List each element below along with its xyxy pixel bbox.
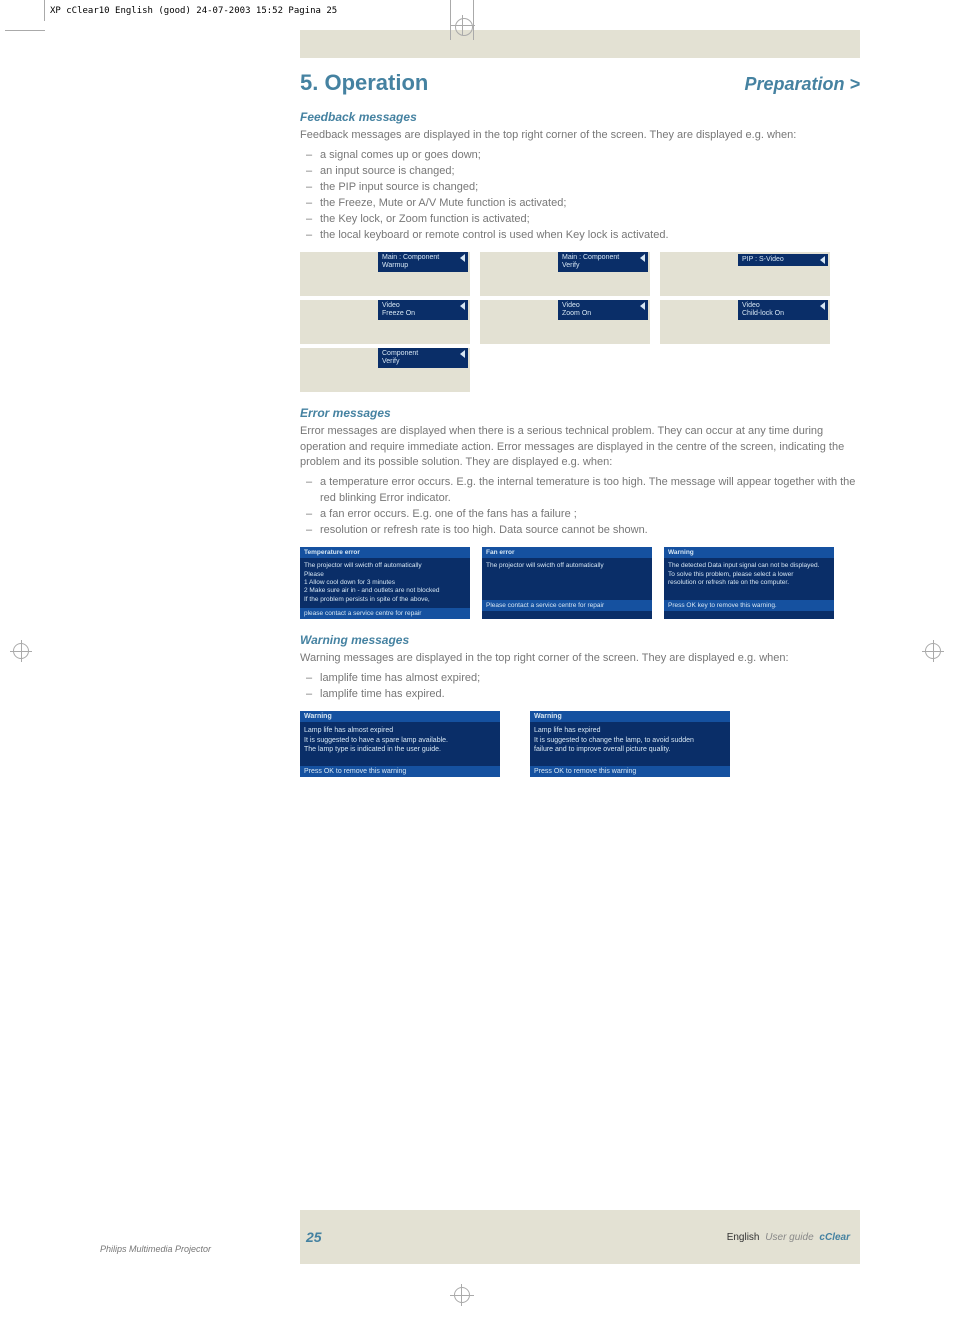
section-title-error: Error messages xyxy=(300,406,860,420)
osd-tile: PIP : S-Video xyxy=(660,252,830,296)
warning-tile-almost: Warning Lamp life has almost expired It … xyxy=(300,711,500,777)
osd-line: Freeze On xyxy=(382,310,454,318)
osd-line: Warmup xyxy=(382,262,454,270)
error-title: Warning xyxy=(664,547,834,558)
list-item: resolution or refresh rate is too high. … xyxy=(320,523,648,539)
osd-line: Main : Component xyxy=(382,254,454,262)
error-footer: please contact a service centre for repa… xyxy=(300,608,470,619)
warning-line: Lamp life has almost expired xyxy=(304,726,496,735)
osd-tile: ComponentVerify xyxy=(300,348,470,392)
error-title: Fan error xyxy=(482,547,652,558)
error-tile-temperature: Temperature error The projector will swi… xyxy=(300,547,470,619)
osd-tile: VideoFreeze On xyxy=(300,300,470,344)
error-intro: Error messages are displayed when there … xyxy=(300,424,860,472)
error-tile-warning: Warning The detected Data input signal c… xyxy=(664,547,834,619)
warning-line: The lamp type is indicated in the user g… xyxy=(304,745,496,754)
feedback-list: –a signal comes up or goes down; –an inp… xyxy=(306,148,860,244)
header-bar xyxy=(300,30,860,58)
error-line: To solve this problem, please select a l… xyxy=(668,571,830,579)
list-item: the Key lock, or Zoom function is activa… xyxy=(320,212,530,228)
arrow-left-icon xyxy=(460,350,465,358)
warning-footer: Press OK to remove this warning xyxy=(300,766,500,777)
arrow-left-icon xyxy=(640,302,645,310)
list-item: a fan error occurs. E.g. one of the fans… xyxy=(320,507,577,523)
osd-line: Main : Component xyxy=(562,254,634,262)
warning-title: Warning xyxy=(530,711,730,722)
osd-line: Component xyxy=(382,350,454,358)
footer-brand: Philips Multimedia Projector xyxy=(100,1244,211,1254)
chapter-title: 5. Operation xyxy=(300,70,428,96)
osd-line: Video xyxy=(382,302,454,310)
error-line: The detected Data input signal can not b… xyxy=(668,562,830,570)
osd-line: Zoom On xyxy=(562,310,634,318)
list-item: lamplife time has almost expired; xyxy=(320,671,480,687)
error-line: If the problem persists in spite of the … xyxy=(304,596,466,604)
feedback-osd-grid: Main : ComponentWarmup Main : ComponentV… xyxy=(300,252,860,392)
error-title: Temperature error xyxy=(300,547,470,558)
warning-line: Lamp life has expired xyxy=(534,726,726,735)
list-item: a temperature error occurs. E.g. the int… xyxy=(320,475,860,507)
osd-line: Video xyxy=(562,302,634,310)
warning-footer: Press OK to remove this warning xyxy=(530,766,730,777)
page-number: 25 xyxy=(306,1229,322,1245)
osd-tile: Main : ComponentVerify xyxy=(480,252,650,296)
arrow-left-icon xyxy=(820,302,825,310)
warning-line: It is suggested to have a spare lamp ava… xyxy=(304,736,496,745)
osd-line: Child-lock On xyxy=(742,310,814,318)
registration-mark xyxy=(450,0,474,40)
list-item: the local keyboard or remote control is … xyxy=(320,228,669,244)
list-item: lamplife time has expired. xyxy=(320,687,445,703)
warning-tile-expired: Warning Lamp life has expired It is sugg… xyxy=(530,711,730,777)
warning-osd-row: Warning Lamp life has almost expired It … xyxy=(300,711,860,777)
osd-tile: VideoChild-lock On xyxy=(660,300,830,344)
error-tile-fan: Fan error The projector will swicth off … xyxy=(482,547,652,619)
error-footer: Press OK key to remove this warning. xyxy=(664,600,834,611)
footer-right: English User guide cClear xyxy=(727,1232,850,1243)
crop-mark xyxy=(44,0,45,21)
osd-tile: Main : ComponentWarmup xyxy=(300,252,470,296)
registration-mark xyxy=(450,1276,474,1314)
list-item: the PIP input source is changed; xyxy=(320,180,478,196)
error-line: Please xyxy=(304,571,466,579)
osd-line: PIP : S-Video xyxy=(742,256,814,264)
list-item: a signal comes up or goes down; xyxy=(320,148,481,164)
warning-list: –lamplife time has almost expired; –lamp… xyxy=(306,671,860,703)
section-breadcrumb: Preparation > xyxy=(744,74,860,95)
error-line: resolution or refresh rate on the comput… xyxy=(668,579,830,587)
error-line: 2 Make sure air in - and outlets are not… xyxy=(304,587,466,595)
osd-line: Verify xyxy=(382,358,454,366)
arrow-left-icon xyxy=(640,254,645,262)
section-title-warning: Warning messages xyxy=(300,633,860,647)
list-item: an input source is changed; xyxy=(320,164,455,180)
error-list: –a temperature error occurs. E.g. the in… xyxy=(306,475,860,539)
footer-doc-type: User guide xyxy=(762,1232,816,1243)
warning-line: It is suggested to change the lamp, to a… xyxy=(534,736,726,745)
footer-product: cClear xyxy=(819,1232,850,1243)
registration-mark xyxy=(10,640,32,662)
feedback-intro: Feedback messages are displayed in the t… xyxy=(300,128,860,144)
error-footer: Please contact a service centre for repa… xyxy=(482,600,652,611)
footer-language: English xyxy=(727,1232,760,1243)
arrow-left-icon xyxy=(460,254,465,262)
arrow-left-icon xyxy=(820,256,825,264)
error-line: The projector will swicth off automatica… xyxy=(486,562,648,570)
warning-line: failure and to improve overall picture q… xyxy=(534,745,726,754)
section-title-feedback: Feedback messages xyxy=(300,110,860,124)
warning-intro: Warning messages are displayed in the to… xyxy=(300,651,860,667)
print-slug: XP cClear10 English (good) 24-07-2003 15… xyxy=(50,6,337,16)
page-footer: Philips Multimedia Projector 25 English … xyxy=(0,1210,954,1264)
crop-mark xyxy=(5,30,45,31)
error-line: The projector will swicth off automatica… xyxy=(304,562,466,570)
arrow-left-icon xyxy=(460,302,465,310)
warning-title: Warning xyxy=(300,711,500,722)
osd-tile: VideoZoom On xyxy=(480,300,650,344)
error-osd-row: Temperature error The projector will swi… xyxy=(300,547,860,619)
error-line: 1 Allow cool down for 3 minutes xyxy=(304,579,466,587)
list-item: the Freeze, Mute or A/V Mute function is… xyxy=(320,196,566,212)
osd-line: Verify xyxy=(562,262,634,270)
osd-line: Video xyxy=(742,302,814,310)
registration-mark xyxy=(922,640,944,662)
